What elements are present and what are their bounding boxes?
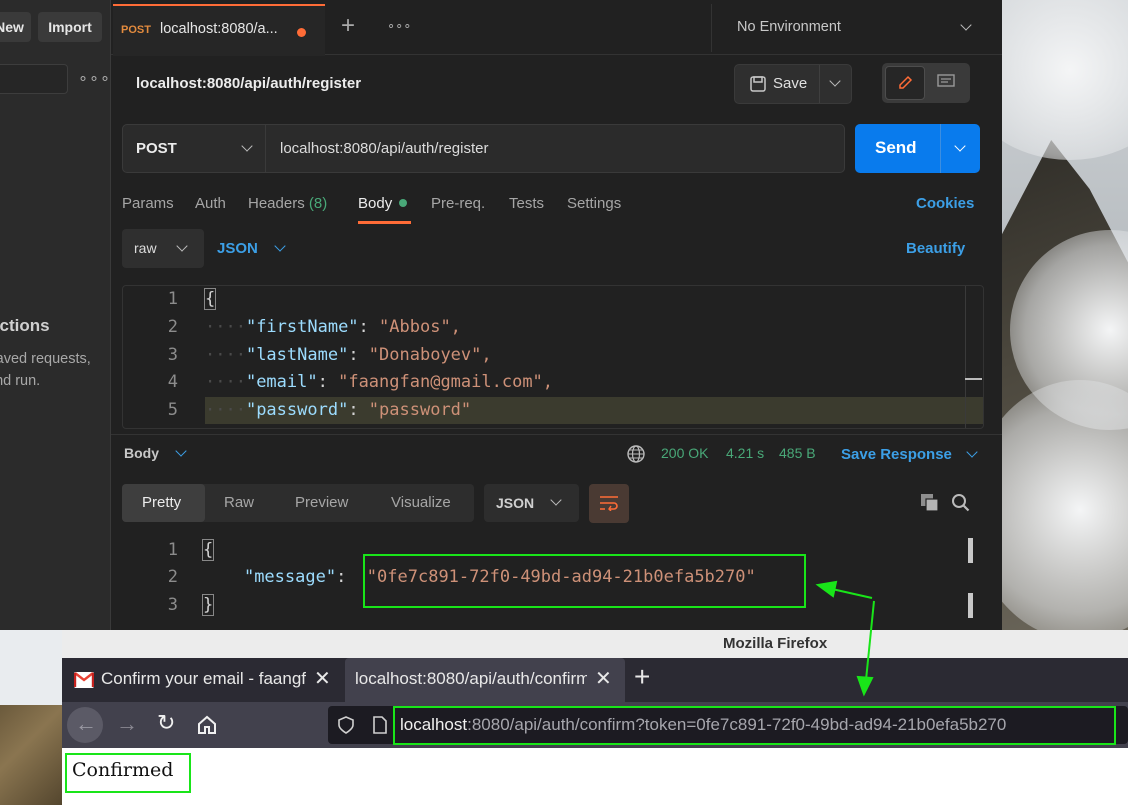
annotation-arrows xyxy=(815,580,875,697)
